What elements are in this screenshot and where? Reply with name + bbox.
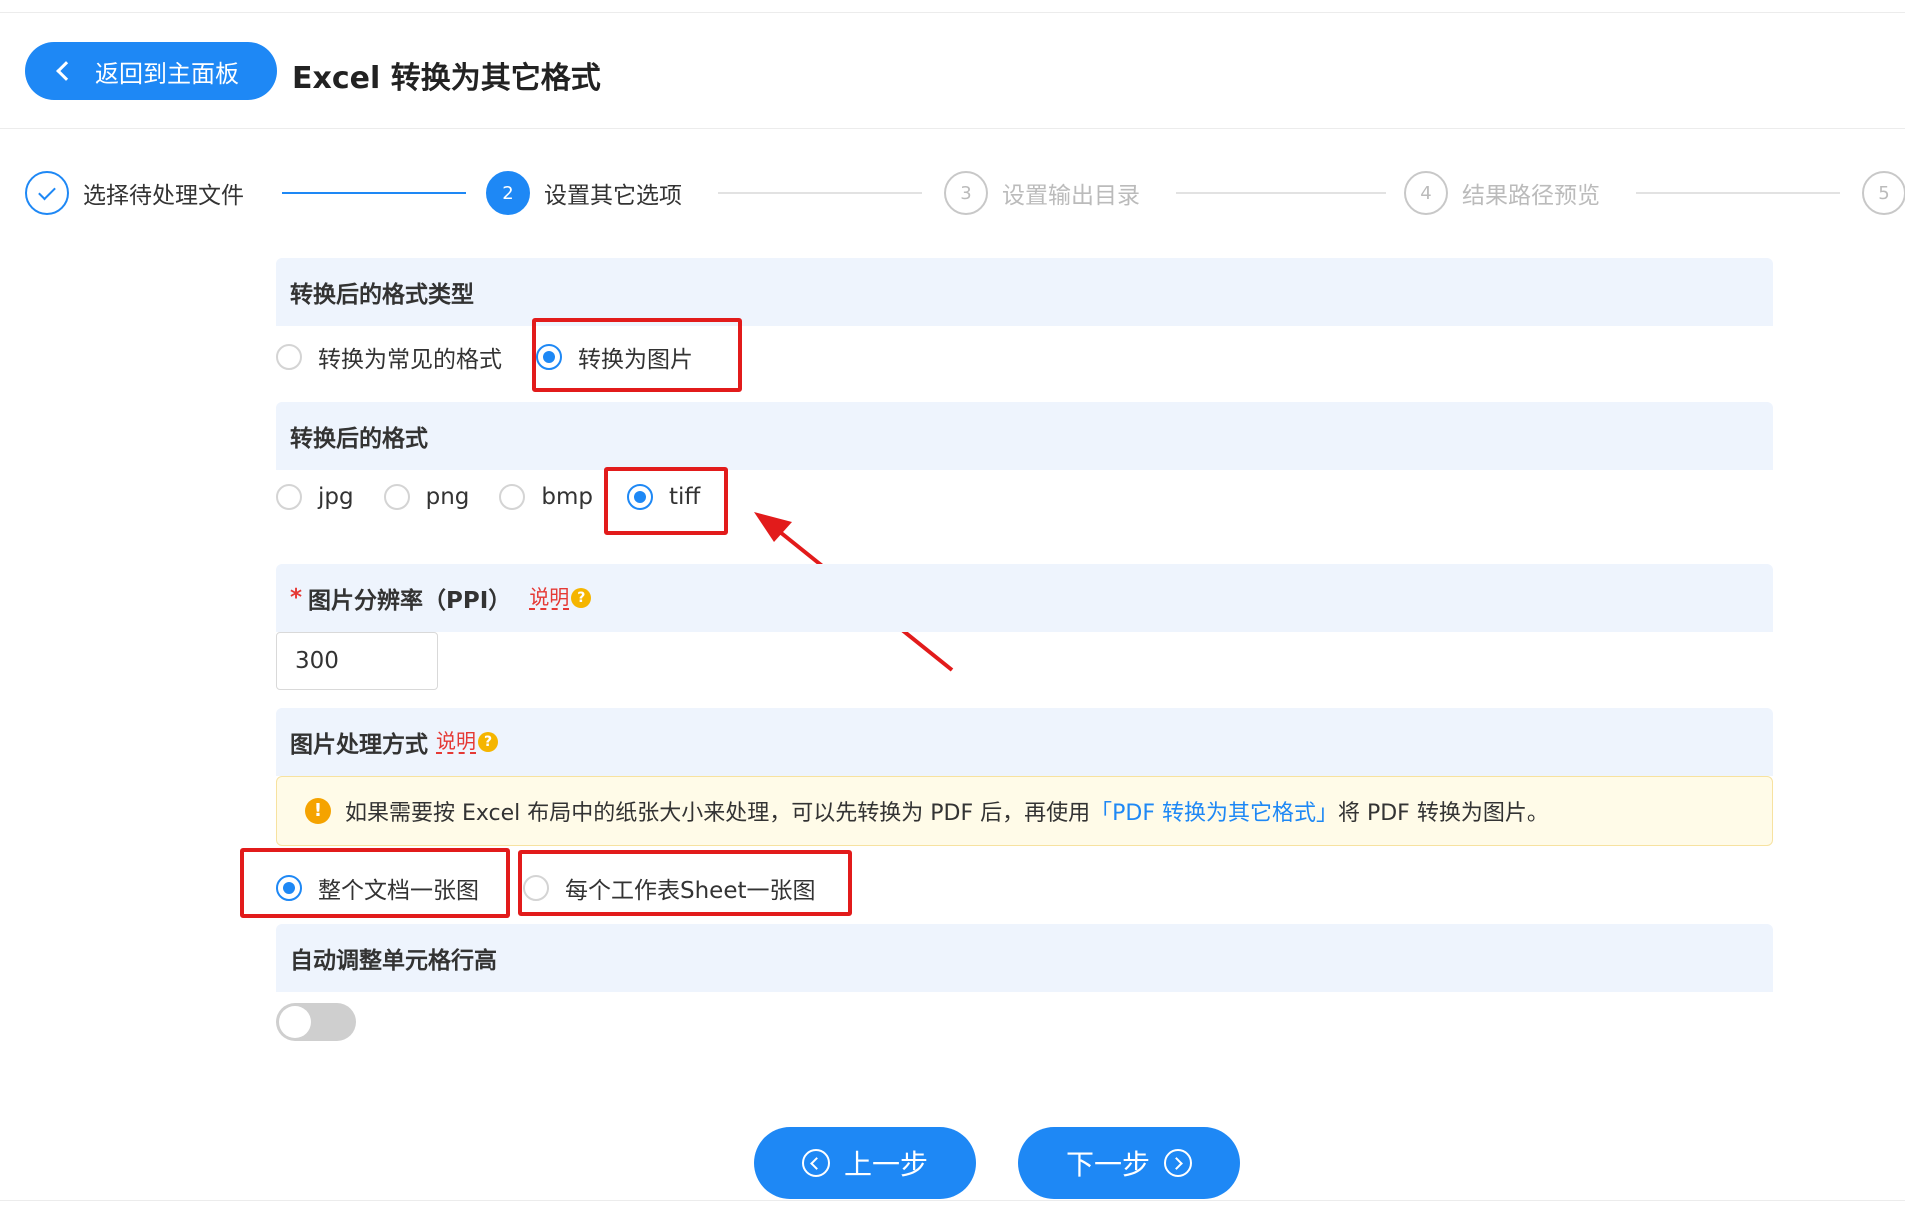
step-connector (282, 192, 466, 194)
notice-text-prefix: 如果需要按 Excel 布局中的纸张大小来处理，可以先转换为 PDF 后，再使用 (345, 801, 1091, 826)
annotation-box (532, 318, 742, 392)
radio-label: png (425, 484, 470, 510)
prev-step-button[interactable]: 上一步 (754, 1127, 976, 1199)
step-connector (718, 192, 922, 194)
annotation-box (604, 467, 728, 535)
radio-circle (276, 344, 302, 370)
step-connector (1636, 192, 1840, 194)
step-2: 2 设置其它选项 (486, 168, 682, 218)
question-icon: ? (478, 732, 498, 752)
notice-text-suffix: 将 PDF 转换为图片。 (1337, 801, 1549, 826)
chevron-left-icon (56, 61, 76, 81)
circle-chevron-right-icon (1164, 1149, 1192, 1177)
step-3: 3 设置输出目录 (944, 168, 1140, 218)
resolution-input[interactable]: 300 (276, 632, 438, 690)
prev-step-label: 上一步 (843, 1148, 928, 1181)
radio-circle (383, 484, 410, 510)
step-1-circle (25, 171, 69, 215)
radio-jpg[interactable]: jpg (276, 484, 354, 510)
radio-circle (499, 484, 526, 510)
page-title: Excel 转换为其它格式 (292, 61, 601, 96)
format-type-heading: 转换后的格式类型 (276, 258, 1773, 326)
format-heading: 转换后的格式 (276, 402, 1773, 470)
back-to-dashboard-button[interactable]: 返回到主面板 (25, 42, 277, 100)
step-5-circle: 5 (1862, 171, 1905, 215)
next-step-button[interactable]: 下一步 (1018, 1127, 1240, 1199)
question-icon: ? (571, 588, 592, 608)
step-1-label: 选择待处理文件 (83, 183, 244, 209)
back-button-label: 返回到主面板 (95, 59, 239, 88)
radio-bmp[interactable]: bmp (499, 484, 593, 510)
resolution-heading-label: 图片分辨率（PPI） (308, 588, 512, 614)
radio-label: jpg (318, 484, 354, 510)
check-icon (38, 182, 56, 200)
radio-png[interactable]: png (383, 484, 470, 510)
step-3-circle: 3 (944, 171, 988, 215)
step-connector (1176, 192, 1386, 194)
radio-common-format[interactable]: 转换为常见的格式 (276, 340, 502, 374)
step-1: 选择待处理文件 (25, 168, 244, 218)
next-step-label: 下一步 (1065, 1148, 1150, 1181)
radio-circle (276, 484, 302, 510)
resolution-heading: * 图片分辨率（PPI） 说明 ? (276, 564, 1773, 632)
header: 返回到主面板 Excel 转换为其它格式 (0, 13, 1905, 129)
annotation-box (518, 850, 852, 916)
step-3-label: 设置输出目录 (1002, 183, 1140, 209)
radio-label: 转换为常见的格式 (318, 347, 502, 373)
step-2-circle: 2 (486, 171, 530, 215)
processing-heading: 图片处理方式 说明 ? (276, 708, 1773, 776)
warning-icon: ! (305, 798, 331, 824)
required-mark: * (290, 585, 303, 611)
processing-notice: ! 如果需要按 Excel 布局中的纸张大小来处理，可以先转换为 PDF 后，再… (276, 776, 1773, 846)
pdf-convert-link[interactable]: 「PDF 转换为其它格式」 (1090, 795, 1338, 827)
processing-help-link[interactable]: 说明 (436, 730, 476, 754)
auto-row-height-toggle[interactable] (276, 1003, 356, 1041)
bottom-divider (0, 1200, 1905, 1201)
radio-label: bmp (541, 484, 593, 510)
annotation-box (240, 848, 510, 918)
stepper: 选择待处理文件 2 设置其它选项 3 设置输出目录 4 结果路径预览 5 (0, 168, 1905, 218)
toggle-knob (279, 1006, 311, 1038)
auto-row-height-heading: 自动调整单元格行高 (276, 924, 1773, 992)
resolution-help-link[interactable]: 说明 (529, 586, 570, 610)
step-4: 4 结果路径预览 (1404, 168, 1600, 218)
processing-heading-label: 图片处理方式 (290, 732, 428, 758)
step-4-circle: 4 (1404, 171, 1448, 215)
step-5: 5 (1862, 168, 1905, 218)
circle-chevron-left-icon (801, 1149, 830, 1177)
step-4-label: 结果路径预览 (1462, 183, 1600, 209)
step-2-label: 设置其它选项 (544, 183, 682, 209)
